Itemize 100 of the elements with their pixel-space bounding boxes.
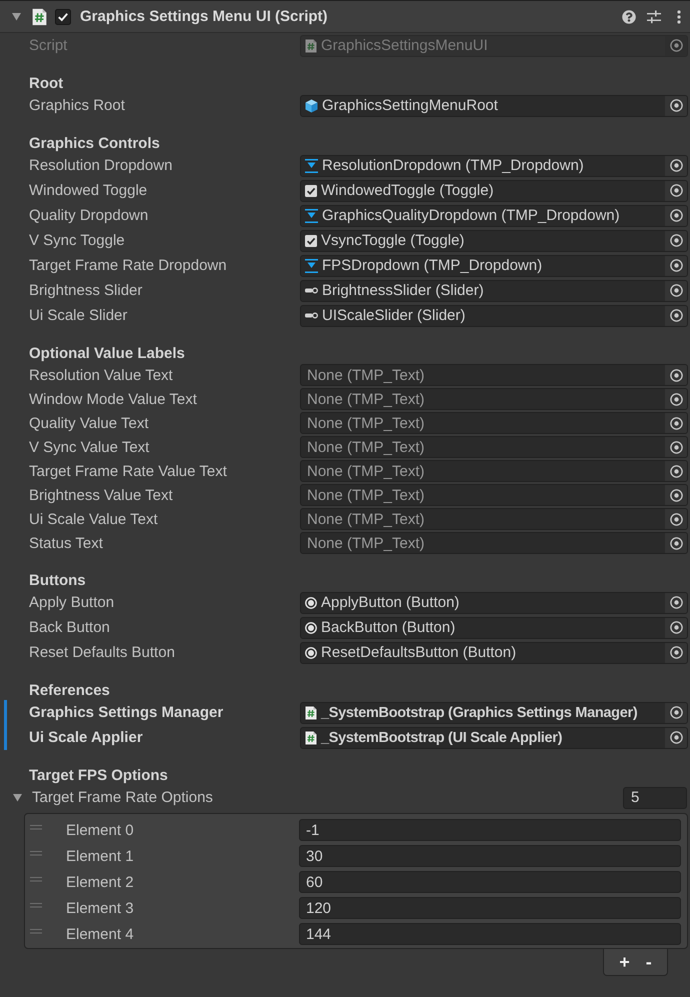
object-field[interactable]: None (TMP_Text) [300,532,688,554]
object-picker-button[interactable] [665,437,687,457]
object-field[interactable]: BrightnessSlider (Slider) [300,280,688,302]
object-field[interactable]: None (TMP_Text) [300,412,688,434]
object-field[interactable]: None (TMP_Text) [300,484,688,506]
object-picker-button[interactable] [665,642,687,662]
dropdown-icon [305,258,318,272]
field-label: Ui Scale Applier [29,729,143,746]
script-file-icon [305,706,317,720]
foldout-icon[interactable] [13,794,22,802]
number-field[interactable]: 120 [299,897,681,919]
object-picker-button[interactable] [665,592,687,612]
add-button[interactable]: + [616,953,633,971]
element-label: Element 4 [66,926,134,942]
object-picker-button[interactable] [665,618,687,638]
object-picker-button[interactable] [665,702,687,722]
help-icon[interactable] [622,10,636,24]
object-picker-button[interactable] [665,230,687,250]
section-header: Optional Value Labels [29,345,185,362]
drag-handle-icon[interactable] [30,903,42,908]
field-label: Quality Value Text [29,414,149,432]
field-label: Target Frame Rate Dropdown [29,257,227,274]
object-picker-button[interactable] [665,485,687,505]
field-label: Back Button [29,619,110,636]
script-file-icon [305,730,317,744]
slider-icon [305,312,318,319]
object-picker-icon [670,184,682,197]
section-header: References [29,682,110,699]
script-file-icon [32,8,47,26]
object-picker-button[interactable] [665,461,687,481]
object-picker-button[interactable] [665,206,687,226]
object-field[interactable]: None (TMP_Text) [300,460,688,482]
number-field[interactable]: 60 [299,871,681,893]
object-picker-icon [670,536,682,550]
object-field[interactable]: FPSDropdown (TMP_Dropdown) [300,254,688,276]
array-size-field[interactable]: 5 [623,786,687,808]
slider-icon [305,287,318,294]
field-label: Status Text [29,534,103,552]
object-field[interactable]: VsyncToggle (Toggle) [300,230,688,252]
object-picker-button[interactable] [665,180,687,200]
object-picker-icon [670,284,682,297]
drag-handle-icon[interactable] [30,851,42,856]
checkbox-icon [305,234,317,246]
number-field[interactable]: 144 [299,923,681,945]
object-field[interactable]: ResolutionDropdown (TMP_Dropdown) [300,154,688,176]
object-picker-button[interactable] [665,728,687,748]
object-picker-icon [670,392,682,406]
field-label: Script [29,37,68,54]
dropdown-icon [305,208,318,222]
object-picker-button[interactable] [665,280,687,300]
object-picker-icon [670,416,682,430]
number-field[interactable]: 30 [299,845,681,867]
object-field[interactable]: WindowedToggle (Toggle) [300,180,688,202]
object-picker-icon [670,646,682,659]
remove-button[interactable]: - [642,953,655,971]
object-field[interactable]: None (TMP_Text) [300,388,688,410]
object-field[interactable]: None (TMP_Text) [300,508,688,530]
menu-icon[interactable] [677,10,681,24]
component-title: Graphics Settings Menu UI (Script) [80,8,328,25]
object-field[interactable]: _SystemBootstrap (Graphics Settings Manager) [300,702,688,724]
object-field[interactable]: None (TMP_Text) [300,436,688,458]
object-field[interactable]: UIScaleSlider (Slider) [300,304,688,326]
field-label: Windowed Toggle [29,182,148,199]
object-field[interactable]: ApplyButton (Button) [300,592,688,614]
field-label: V Sync Value Text [29,438,150,456]
object-field[interactable]: GraphicsSettingMenuRoot [300,94,688,116]
enable-checkbox[interactable] [55,8,71,24]
object-picker-button[interactable] [665,306,687,326]
foldout-icon[interactable] [12,12,21,20]
drag-handle-icon[interactable] [30,929,42,934]
object-picker-icon [670,234,682,247]
drag-handle-icon[interactable] [30,877,42,882]
object-picker-button[interactable] [665,413,687,433]
object-picker-button[interactable] [665,389,687,409]
object-field[interactable]: ResetDefaultsButton (Button) [300,642,688,664]
object-picker-icon [670,259,682,272]
section-header: Graphics Controls [29,135,160,152]
object-picker-icon [670,159,682,172]
object-picker-button[interactable] [665,365,687,385]
presets-icon[interactable] [647,10,661,24]
cube-icon [305,98,318,112]
field-label: V Sync Toggle [29,232,125,249]
field-label: Quality Dropdown [29,207,148,224]
field-label: Target Frame Rate Options [32,789,213,806]
number-field[interactable]: -1 [299,819,681,841]
object-picker-icon [670,731,682,744]
object-field[interactable]: None (TMP_Text) [300,364,688,386]
object-picker-icon [670,39,682,52]
checkbox-icon [305,184,317,196]
object-picker-button[interactable] [665,256,687,276]
object-picker-icon [670,596,682,609]
object-picker-button[interactable] [665,533,687,553]
object-field[interactable]: _SystemBootstrap (UI Scale Applier) [300,726,688,748]
object-field[interactable]: BackButton (Button) [300,616,688,638]
object-picker-button[interactable] [665,509,687,529]
object-picker-button[interactable] [665,96,687,116]
object-field[interactable]: GraphicsQualityDropdown (TMP_Dropdown) [300,204,688,226]
object-picker-button[interactable] [665,156,687,176]
object-picker-icon [670,309,682,322]
drag-handle-icon[interactable] [30,825,42,830]
